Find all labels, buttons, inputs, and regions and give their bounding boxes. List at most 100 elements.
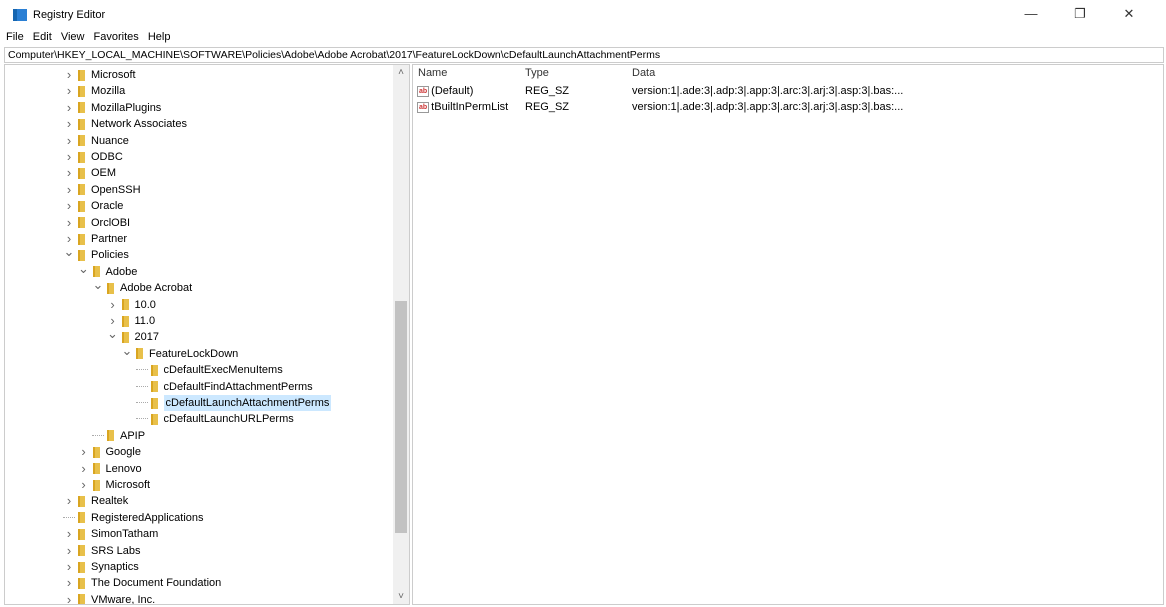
chevron-right-icon[interactable]: › <box>63 215 75 231</box>
restore-button[interactable]: ❐ <box>1065 6 1095 24</box>
menu-favorites[interactable]: Favorites <box>94 31 139 43</box>
value-data: version:1|.ade:3|.adp:3|.app:3|.arc:3|.a… <box>632 85 904 97</box>
chevron-right-icon[interactable]: › <box>63 83 75 99</box>
column-header-data[interactable]: Data <box>632 67 655 79</box>
menu-help[interactable]: Help <box>148 31 171 43</box>
chevron-right-icon[interactable]: › <box>63 67 75 83</box>
chevron-right-icon[interactable]: › <box>63 116 75 132</box>
tree-item[interactable]: › OpenSSH <box>63 182 141 198</box>
tree-item[interactable]: › MozillaPlugins <box>63 100 161 116</box>
value-name: tBuiltInPermList <box>431 101 509 113</box>
tree-item[interactable]: › OEM <box>63 165 116 181</box>
tree-item-label: Mozilla <box>91 85 126 98</box>
folder-icon <box>78 233 85 245</box>
chevron-right-icon[interactable]: › <box>63 559 75 575</box>
tree-item-label: Microsoft <box>105 479 151 491</box>
column-header-type[interactable]: Type <box>525 67 549 79</box>
tree-item[interactable]: ⌄ Adobe <box>78 261 137 280</box>
folder-icon <box>150 397 158 409</box>
chevron-down-icon[interactable]: ⌄ <box>107 326 119 342</box>
tree-scrollbar[interactable]: ˄ ˅ <box>393 65 409 604</box>
scroll-up-icon[interactable]: ˄ <box>393 67 409 78</box>
chevron-right-icon[interactable]: › <box>63 493 75 509</box>
value-row[interactable]: ab (Default) REG_SZ version:1|.ade:3|.ad… <box>417 83 1157 99</box>
tree-item[interactable]: › Mozilla <box>63 83 125 99</box>
folder-icon <box>78 118 85 130</box>
menu-file[interactable]: File <box>6 31 24 43</box>
chevron-down-icon[interactable]: ⌄ <box>78 261 90 277</box>
chevron-right-icon[interactable]: › <box>63 592 75 604</box>
tree-item-label: ODBC <box>91 151 123 163</box>
chevron-right-icon[interactable]: › <box>78 461 90 477</box>
folder-icon <box>78 135 85 147</box>
tree-item[interactable]: cDefaultLaunchAttachmentPerms <box>135 395 332 411</box>
chevron-right-icon[interactable]: › <box>63 575 75 591</box>
folder-icon <box>78 200 85 212</box>
chevron-right-icon[interactable]: › <box>63 198 75 214</box>
tree-item[interactable]: ⌄ Policies <box>63 244 129 263</box>
folder-icon <box>78 69 85 81</box>
chevron-right-icon[interactable]: › <box>78 444 90 460</box>
tree-item[interactable]: RegisteredApplications <box>63 510 204 526</box>
tree-item[interactable]: › VMware, Inc. <box>63 592 155 604</box>
tree-item[interactable]: › 10.0 <box>107 297 156 313</box>
tree-item[interactable]: ⌄ FeatureLockDown <box>121 343 239 362</box>
tree-item[interactable]: › Microsoft <box>63 67 136 83</box>
chevron-right-icon[interactable]: › <box>63 165 75 181</box>
chevron-right-icon[interactable]: › <box>107 297 119 313</box>
close-button[interactable]: ✕ <box>1114 6 1144 24</box>
folder-icon <box>121 315 129 327</box>
tree-connector <box>135 362 148 371</box>
tree-item[interactable]: › The Document Foundation <box>63 575 221 591</box>
chevron-right-icon[interactable]: › <box>63 526 75 542</box>
chevron-right-icon[interactable]: › <box>63 100 75 116</box>
tree-item[interactable]: › SimonTatham <box>63 526 158 542</box>
tree-item[interactable]: › Network Associates <box>63 116 187 132</box>
chevron-down-icon[interactable]: ⌄ <box>63 244 75 260</box>
chevron-right-icon[interactable]: › <box>63 133 75 149</box>
tree-item[interactable]: cDefaultExecMenuItems <box>135 362 283 378</box>
tree-connector <box>135 395 148 403</box>
tree-item[interactable]: ⌄ Adobe Acrobat <box>92 277 193 296</box>
tree-item[interactable]: › Oracle <box>63 198 124 214</box>
address-bar[interactable]: Computer\HKEY_LOCAL_MACHINE\SOFTWARE\Pol… <box>4 47 1164 63</box>
value-row[interactable]: ab tBuiltInPermList REG_SZ version:1|.ad… <box>417 99 1157 115</box>
menu-view[interactable]: View <box>61 31 85 43</box>
tree-item[interactable]: › OrclOBI <box>63 215 130 231</box>
tree-item-label: SimonTatham <box>91 528 159 541</box>
tree-item[interactable]: APIP <box>92 428 145 444</box>
folder-icon <box>136 348 143 360</box>
chevron-right-icon[interactable]: › <box>63 149 75 165</box>
tree-item[interactable]: › Lenovo <box>78 461 141 477</box>
tree-item-label: 10.0 <box>134 298 156 311</box>
tree-item-label: 11.0 <box>134 315 156 327</box>
scroll-down-icon[interactable]: ˅ <box>393 591 409 602</box>
scrollbar-thumb[interactable] <box>395 301 407 533</box>
minimize-button[interactable]: — <box>1016 6 1046 24</box>
chevron-right-icon[interactable]: › <box>63 543 75 559</box>
value-data: version:1|.ade:3|.adp:3|.app:3|.arc:3|.a… <box>632 101 904 113</box>
tree-item[interactable]: › Synaptics <box>63 559 139 575</box>
tree-item-label: Google <box>105 446 141 459</box>
column-header-name[interactable]: Name <box>418 67 447 79</box>
menu-edit[interactable]: Edit <box>33 31 52 43</box>
tree-item[interactable]: › SRS Labs <box>63 543 141 559</box>
tree-item-label: cDefaultLaunchURLPerms <box>163 413 294 426</box>
chevron-down-icon[interactable]: ⌄ <box>92 277 104 293</box>
tree-item[interactable]: › Microsoft <box>78 477 151 493</box>
folder-icon <box>92 463 100 475</box>
tree-item[interactable]: › Google <box>78 444 141 460</box>
tree-item[interactable]: cDefaultLaunchURLPerms <box>135 411 294 427</box>
folder-icon <box>78 512 85 524</box>
folder-icon <box>92 446 100 458</box>
tree-item[interactable]: › Nuance <box>63 133 129 149</box>
tree-connector <box>135 411 148 420</box>
tree-item[interactable]: › ODBC <box>63 149 123 165</box>
chevron-right-icon[interactable]: › <box>78 477 90 493</box>
chevron-down-icon[interactable]: ⌄ <box>121 343 133 359</box>
chevron-right-icon[interactable]: › <box>63 182 75 198</box>
folder-icon <box>150 364 158 376</box>
tree-item-label: Microsoft <box>91 69 136 81</box>
tree-item[interactable]: › Realtek <box>63 493 128 509</box>
tree-item[interactable]: cDefaultFindAttachmentPerms <box>135 379 313 395</box>
